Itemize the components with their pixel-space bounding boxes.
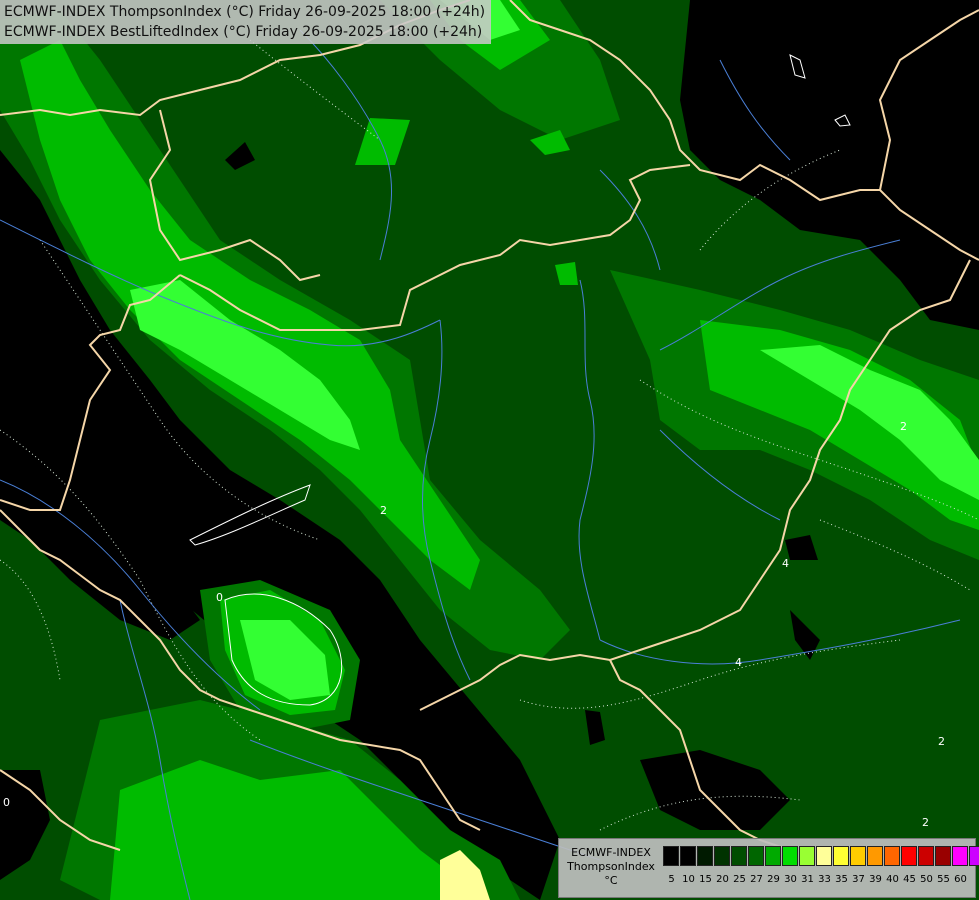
contour-label-8: 2: [938, 735, 945, 748]
legend-swatch: [935, 846, 951, 866]
legend-swatch: [731, 846, 747, 866]
legend-swatch: [765, 846, 781, 866]
contour-label-4: 4: [782, 557, 789, 570]
contour-label-2: 2: [900, 420, 907, 433]
legend-tick-label: 33: [818, 874, 831, 885]
legend-tick-label: 35: [835, 874, 848, 885]
legend-tick-label: 10: [682, 874, 695, 885]
legend-swatches: [663, 846, 979, 866]
legend-swatch: [748, 846, 764, 866]
legend-source: ECMWF-INDEX: [571, 846, 651, 859]
legend-tick-label: 40: [886, 874, 899, 885]
title-line-lifted: ECMWF-INDEX BestLiftedIndex (°C) Friday …: [4, 24, 483, 40]
legend-swatch: [952, 846, 968, 866]
legend-tick-label: 15: [699, 874, 712, 885]
legend-swatch: [714, 846, 730, 866]
legend-unit: °C: [604, 874, 618, 887]
legend-swatch: [799, 846, 815, 866]
legend-tick-label: 37: [852, 874, 865, 885]
map-canvas: 2 2 0 4 4 2 0 2: [0, 0, 979, 900]
legend-swatch: [663, 846, 679, 866]
contour-label-1: 2: [380, 504, 387, 517]
legend-title: ECMWF-INDEX ThompsonIndex °C: [563, 846, 659, 888]
legend-swatch: [884, 846, 900, 866]
legend-swatch: [901, 846, 917, 866]
title-line-thompson: ECMWF-INDEX ThompsonIndex (°C) Friday 26…: [4, 4, 486, 20]
legend-ticks: 5 10 15 20 25 27 29 30 31 33 35 37 39 40 45 50 55 60: [663, 874, 969, 886]
legend-tick-label: 29: [767, 874, 780, 885]
legend-tick-label: 60: [954, 874, 967, 885]
legend-swatch: [816, 846, 832, 866]
legend-tick-label: 20: [716, 874, 729, 885]
legend-swatch: [697, 846, 713, 866]
legend-tick-label: 30: [784, 874, 797, 885]
contour-label-7: 0: [3, 796, 10, 809]
legend-parameter: ThompsonIndex: [567, 860, 655, 873]
legend-swatch: [969, 846, 979, 866]
legend-swatch: [782, 846, 798, 866]
legend-swatch: [833, 846, 849, 866]
legend-tick-label: 31: [801, 874, 814, 885]
weather-map: 2 2 0 4 4 2 0 2 ECMWF-INDEX ThompsonInde…: [0, 0, 979, 900]
contour-label-3: 0: [216, 591, 223, 604]
legend-tick-label: 50: [920, 874, 933, 885]
contour-label-5: 4: [735, 656, 742, 669]
legend-tick-label: 27: [750, 874, 763, 885]
legend-swatch: [867, 846, 883, 866]
legend-tick-label: 45: [903, 874, 916, 885]
legend-swatch: [918, 846, 934, 866]
legend-tick-label: 25: [733, 874, 746, 885]
legend-swatch: [850, 846, 866, 866]
contour-label-6: 2: [922, 816, 929, 829]
legend-tick-label: 5: [668, 874, 675, 885]
color-legend: ECMWF-INDEX ThompsonIndex °C 5 10 15 20 25 27…: [558, 838, 979, 898]
legend-tick-label: 39: [869, 874, 882, 885]
legend-tick-label: 55: [937, 874, 950, 885]
legend-swatch: [680, 846, 696, 866]
map-title: ECMWF-INDEX ThompsonIndex (°C) Friday 26…: [0, 0, 492, 44]
